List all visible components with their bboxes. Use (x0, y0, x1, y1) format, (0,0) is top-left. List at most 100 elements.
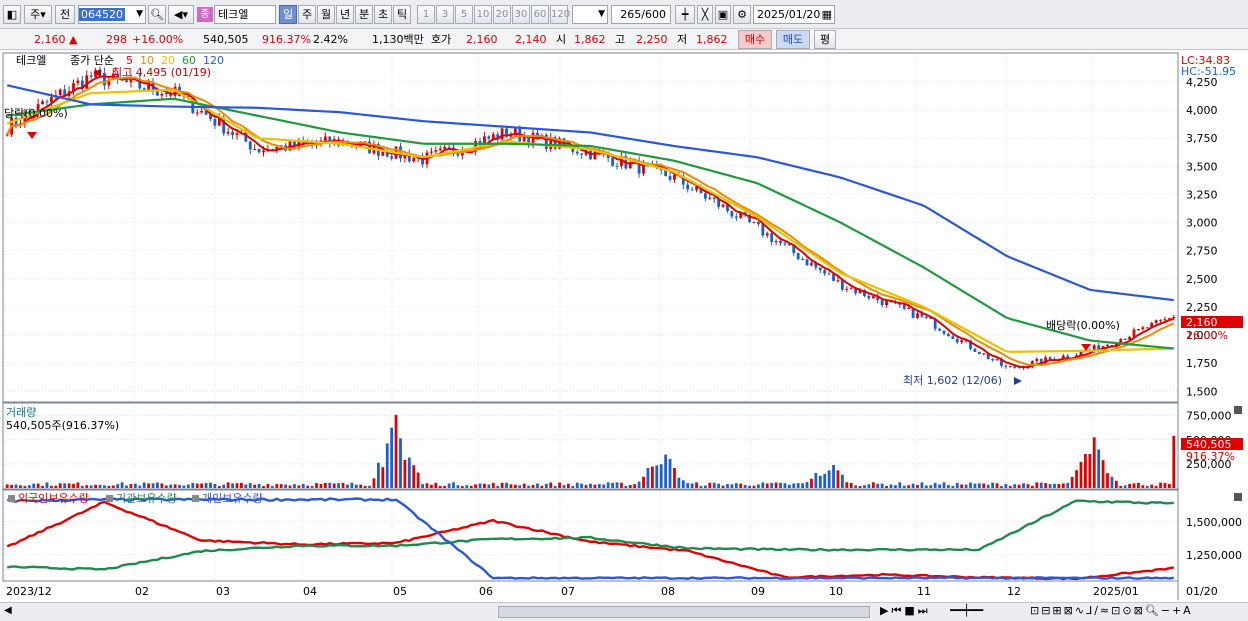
period-3[interactable]: 년 (336, 5, 354, 24)
volume-bar (125, 485, 128, 488)
volume-bar (752, 485, 756, 488)
candle-body (1008, 366, 1012, 368)
playback-controls-icon[interactable]: ▶⏮■⏭ (880, 604, 931, 618)
volume-bar (686, 483, 690, 488)
volume-bar (871, 482, 875, 488)
type-select[interactable]: 주▾ (24, 5, 52, 24)
period-2[interactable]: 월 (317, 5, 335, 24)
volume-bar (275, 484, 279, 488)
volume-bar (801, 483, 805, 488)
volume-bar (354, 484, 358, 488)
eval-button[interactable]: 평 (814, 30, 836, 49)
volume-bar (810, 478, 813, 488)
crosshair-icon[interactable]: ╳ (697, 5, 713, 24)
candle-body (58, 89, 62, 96)
x-axis-label: 11 (917, 585, 931, 598)
minute-120[interactable]: 120 (550, 5, 570, 24)
tool-icons[interactable]: ⊡⊟⊞⊠∿⅃∕≈⊡⊙⊠🔍︎−+A (1030, 604, 1193, 617)
candle-body (487, 136, 491, 139)
save-icon[interactable]: ▣ (715, 5, 731, 24)
dividend-right: 배당락(0.00%) (1046, 319, 1120, 332)
volume-bar (845, 482, 849, 488)
scrollbar-thumb[interactable] (498, 606, 870, 618)
candle-body (916, 313, 919, 318)
stock-name-field[interactable]: 테크엘 (214, 5, 276, 24)
volume-bar (973, 483, 977, 488)
volume-bar (111, 485, 115, 488)
volume-bar (1013, 484, 1017, 488)
dropdown-icon[interactable]: ▼ (136, 6, 143, 23)
candle-body (323, 136, 327, 141)
gear-icon[interactable]: ⚙ (733, 5, 751, 24)
stock-code-input[interactable]: 064520 ▼ (78, 5, 146, 24)
volume-bar (244, 484, 248, 488)
volume-close-icon[interactable] (1234, 406, 1242, 414)
candle-body (430, 151, 433, 153)
volume-bar (1097, 449, 1101, 488)
calendar-icon[interactable]: ▦ (822, 6, 832, 23)
sell-button[interactable]: 매도 (776, 30, 810, 49)
volume-bar (63, 483, 67, 488)
minute-select[interactable]: ▼ (572, 5, 608, 24)
candle-body (156, 91, 159, 96)
holdings-legend-0: 외국인보유수량 (18, 492, 89, 505)
minute-20[interactable]: 20 (493, 5, 511, 24)
volume-bar (293, 484, 296, 488)
minute-1[interactable]: 1 (417, 5, 435, 24)
count-field[interactable]: 265/600 (611, 5, 671, 24)
volume-bar (288, 485, 292, 488)
minute-10[interactable]: 10 (474, 5, 492, 24)
volume-bar (920, 482, 924, 488)
volume-bar (650, 466, 654, 488)
volume-bar (186, 484, 190, 488)
volume-bar (558, 482, 561, 488)
period-5[interactable]: 초 (374, 5, 392, 24)
candle-body (880, 300, 884, 306)
volume-bar (54, 485, 58, 488)
candle-icon[interactable]: ┿ (675, 5, 695, 24)
candle-body (611, 158, 614, 166)
volume-bar (1084, 453, 1087, 488)
volume-bar (1159, 482, 1162, 488)
period-4[interactable]: 분 (355, 5, 373, 24)
holdings-close-icon[interactable] (1234, 493, 1242, 501)
volume-bar (880, 483, 884, 488)
candle-body (434, 150, 438, 152)
date-field[interactable]: 2025/01/20 ▦ (753, 5, 835, 24)
scroll-left-icon[interactable]: ◀ (4, 605, 12, 616)
minute-30[interactable]: 30 (512, 5, 530, 24)
search-icon[interactable]: 🔍︎ (148, 5, 166, 24)
volume-bar (924, 485, 928, 488)
candle-body (774, 240, 778, 243)
chart-icon[interactable]: ◧ (3, 5, 21, 24)
buy-button[interactable]: 매수 (738, 30, 772, 49)
volume-bar (1048, 484, 1052, 488)
x-axis-label: 12 (1007, 585, 1021, 598)
candle-body (253, 149, 257, 151)
period-6[interactable]: 틱 (393, 5, 411, 24)
volume-bar (991, 482, 995, 488)
volume-bar (341, 482, 345, 488)
speaker-icon[interactable]: ◀▾ (168, 5, 194, 24)
prev-button[interactable]: 전 (55, 5, 75, 24)
candle-body (991, 359, 995, 361)
volume-bar (337, 483, 341, 488)
period-1[interactable]: 주 (298, 5, 316, 24)
minute-5[interactable]: 5 (455, 5, 473, 24)
volume-bar (571, 485, 575, 488)
candle-body (730, 211, 734, 217)
minute-3[interactable]: 3 (436, 5, 454, 24)
zoom-slider-icon[interactable]: ━━┿━━ (950, 604, 983, 617)
volume-bar (416, 472, 420, 488)
price-axis-label: 2,750 (1186, 245, 1218, 258)
volume-bar (173, 484, 177, 488)
dropdown-icon: ▼ (598, 9, 605, 19)
legend-swatch-icon (8, 495, 15, 502)
stock-chart[interactable]: 2023/12 02 03 04 05 06 07 08 09 10 11 12 2025/01 1,50… (0, 52, 1248, 602)
minute-60[interactable]: 60 (531, 5, 549, 24)
volume-axis-label: 750,000 (1186, 410, 1232, 423)
price-axis-label: 1,500 (1186, 385, 1218, 398)
volume-bar (487, 484, 491, 488)
period-0[interactable]: 일 (279, 5, 297, 24)
volume-bar (659, 464, 663, 488)
